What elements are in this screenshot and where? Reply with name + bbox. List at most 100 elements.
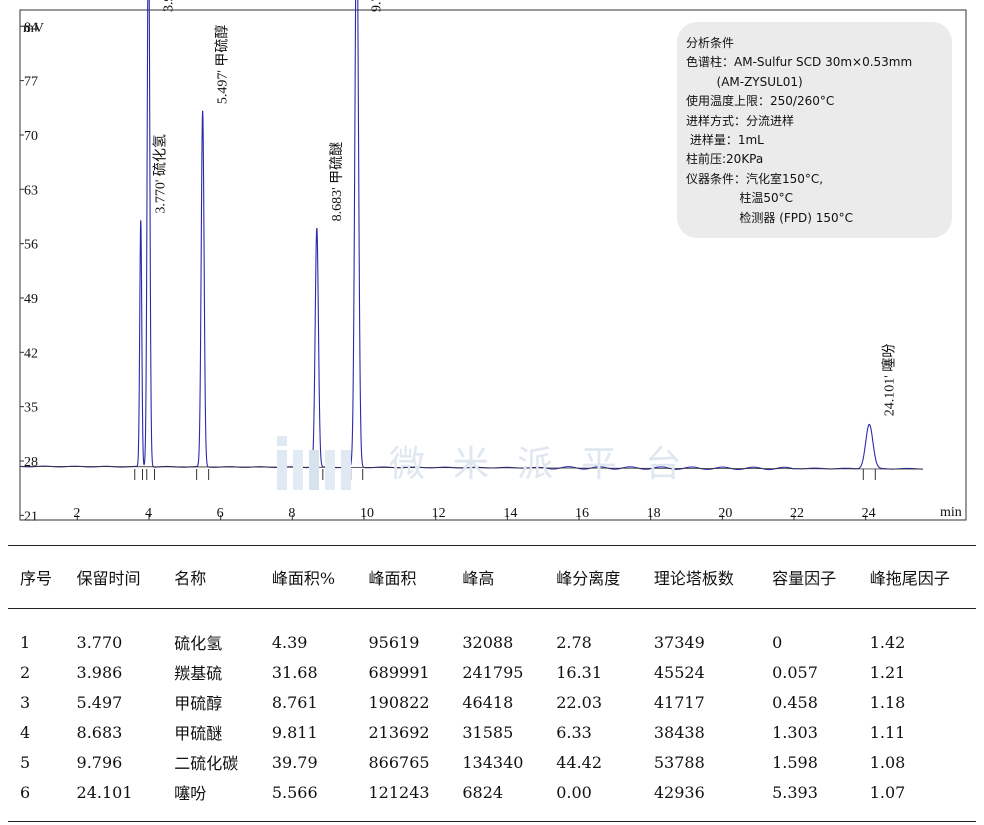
table-cell: 6.33 (556, 722, 592, 742)
table-cell: 二硫化碳 (174, 754, 239, 773)
conditions-line: (AM-ZYSUL01) (686, 74, 803, 89)
table-cell: 5.566 (259, 777, 357, 822)
table-cell: 5 (20, 752, 31, 772)
table-cell: 0 (772, 632, 783, 652)
x-tick-label: 14 (503, 506, 517, 521)
y-tick-label: 35 (24, 401, 38, 416)
table-cell: 24.101 (64, 777, 163, 822)
table-cell: 9.796 (76, 752, 123, 772)
header-cell-resolution: 峰分离度 (544, 545, 642, 609)
x-axis-unit: min (940, 505, 962, 520)
table-cell: 1.42 (869, 632, 906, 652)
conditions-line: 分析条件 (686, 36, 735, 50)
table-cell: 6 (8, 777, 65, 822)
header-cell-capacity-factor: 容量因子 (760, 545, 858, 609)
peak-label: 8.683' 甲硫醚 (329, 142, 345, 222)
x-tick-label: 4 (145, 506, 152, 521)
table-cell: 6824 (450, 777, 545, 822)
table-cell: 44.42 (556, 752, 603, 772)
x-axis-ticks: 2 4 6 8 10 12 14 16 18 20 22 24 (73, 506, 875, 521)
table-cell: 4.39 (271, 632, 308, 652)
table-cell: 3.770 (76, 632, 123, 652)
conditions-line: 色谱柱：AM-Sulfur SCD 30m×0.53mm (686, 55, 913, 70)
table-cell: 39.79 (271, 752, 318, 772)
table-cell: 42936 (641, 777, 761, 822)
header-cell-area-percent: 峰面积% (259, 545, 357, 609)
table-cell: 8.683 (76, 722, 123, 742)
table-cell: 689991 (368, 662, 430, 682)
table-cell: 190822 (368, 692, 430, 712)
y-tick-label: 49 (24, 292, 38, 307)
table-cell: 1.21 (869, 662, 906, 682)
y-tick-label: 77 (24, 75, 38, 90)
table-cell: 2 (20, 662, 31, 682)
table-header-row: 序号 保留时间 名称 峰面积% 峰面积 峰高 峰分离度 理论塔板数 容量因子 峰… (8, 545, 976, 609)
table-cell: 甲硫醇 (174, 694, 223, 713)
header-cell-tailing-factor: 峰拖尾因子 (857, 545, 976, 609)
table-cell: 38438 (653, 722, 705, 742)
table-row: 6 24.101 噻吩 5.566 121243 6824 0.00 42936… (8, 777, 976, 822)
watermark-text: 微米派平台 (389, 444, 710, 485)
table-cell: 41717 (653, 692, 705, 712)
table-cell: 1.11 (869, 722, 906, 742)
watermark: 微米派平台 (275, 430, 709, 492)
x-tick-label: 22 (790, 506, 804, 521)
table-cell: 8.761 (271, 692, 318, 712)
y-axis-ticks: 21 28 35 42 49 56 63 70 77 84 (20, 20, 38, 524)
table-cell: 22.03 (556, 692, 603, 712)
analysis-conditions-box: 分析条件 色谱柱：AM-Sulfur SCD 30m×0.53mm (AM-ZY… (677, 22, 952, 238)
table-cell: 2.78 (556, 632, 592, 652)
watermark-logo-icon (277, 436, 351, 490)
table-cell: 134340 (462, 752, 524, 772)
table-cell: 5.393 (760, 777, 858, 822)
table-cell: 0.057 (772, 662, 818, 682)
peak-label: 3.770' 硫化氢 (153, 134, 169, 214)
table-cell: 噻吩 (162, 777, 260, 822)
peak-label: 3.986' 羰基硫 (159, 0, 176, 12)
peak-label: 5.497' 甲硫醇 (214, 25, 231, 105)
table-cell: 53788 (653, 752, 705, 772)
conditions-line: 柱温50°C (686, 191, 794, 206)
y-tick-label: 42 (24, 346, 38, 361)
table-cell: 37349 (653, 632, 705, 652)
table-cell: 9.811 (271, 722, 318, 742)
peak-label: 9.796' 二硫化碳 (369, 0, 385, 12)
x-tick-label: 18 (647, 506, 661, 521)
header-cell-area: 峰面积 (356, 545, 451, 609)
x-tick-label: 12 (432, 506, 446, 521)
conditions-line: 检测器 (FPD) 150°C (686, 210, 854, 225)
table-row: 1 3.770 硫化氢 4.39 95619 32088 2.78 37349 … (8, 609, 976, 658)
table-cell: 0.458 (772, 692, 818, 712)
x-tick-label: 20 (718, 506, 732, 521)
table-cell: 羰基硫 (174, 664, 223, 683)
y-tick-label: 84 (24, 20, 38, 35)
x-tick-label: 2 (73, 506, 80, 521)
conditions-line: 进样量：1mL (686, 133, 764, 148)
table-cell: 3.986 (76, 662, 123, 682)
x-tick-label: 16 (575, 506, 589, 521)
x-tick-label: 8 (288, 506, 295, 521)
x-tick-label: 6 (217, 506, 224, 521)
header-cell-index: 序号 (8, 545, 65, 609)
table-cell: 1.598 (772, 752, 818, 772)
table-cell: 32088 (462, 632, 514, 652)
conditions-line: 使用温度上限：250/260°C (686, 94, 835, 109)
table-cell: 硫化氢 (174, 634, 223, 653)
x-tick-label: 10 (360, 506, 374, 521)
y-tick-label: 70 (24, 129, 38, 144)
table-cell: 46418 (462, 692, 514, 712)
peak-label: 24.101' 噻吩 (880, 344, 897, 417)
table-cell: 121243 (356, 777, 451, 822)
table-cell: 3 (20, 692, 31, 712)
table-row: 5 9.796 二硫化碳 39.79 866765 134340 44.42 5… (8, 747, 976, 777)
table-cell: 4 (20, 722, 31, 742)
header-cell-height: 峰高 (450, 545, 545, 609)
y-tick-label: 56 (24, 238, 38, 253)
y-tick-label: 28 (24, 455, 38, 470)
table-cell: 31585 (462, 722, 514, 742)
table-cell: 1.08 (869, 752, 906, 772)
table-cell: 95619 (368, 632, 420, 652)
table-cell: 1.18 (869, 692, 906, 712)
table-row: 3 5.497 甲硫醇 8.761 190822 46418 22.03 417… (8, 687, 976, 717)
table-cell: 5.497 (76, 692, 123, 712)
